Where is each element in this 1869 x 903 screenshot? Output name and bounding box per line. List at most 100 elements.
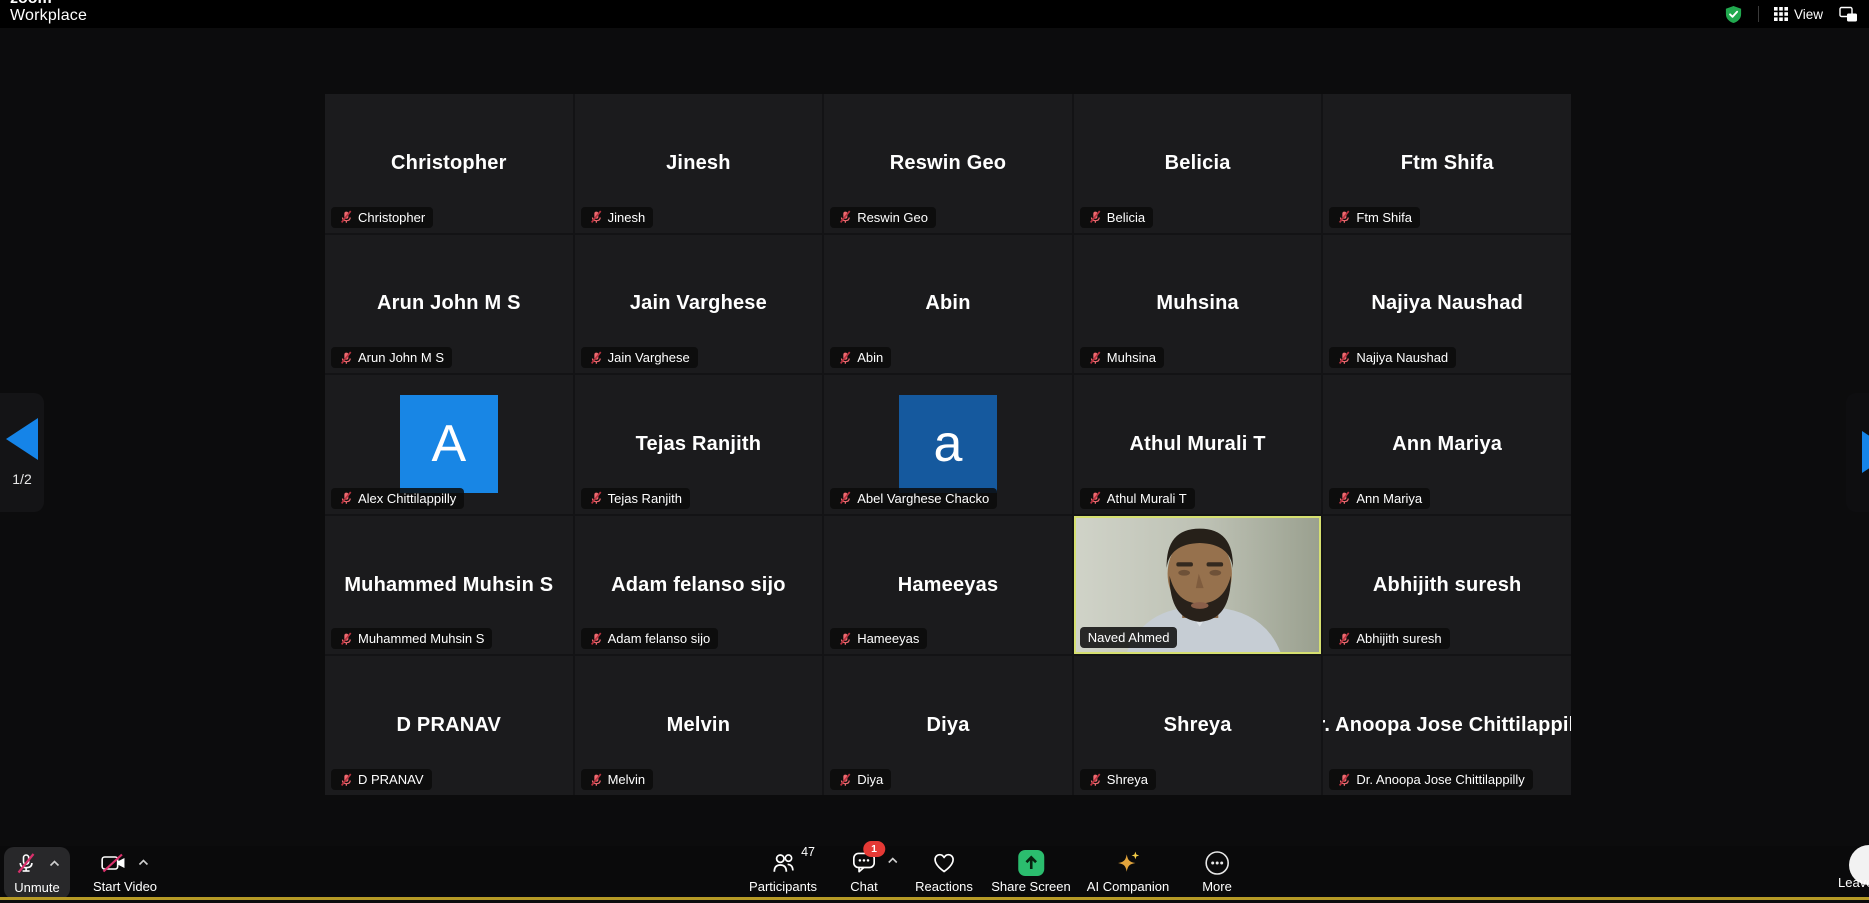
participant-label: Tejas Ranjith — [581, 488, 690, 509]
participant-label: Abin — [830, 347, 891, 368]
participant-label-text: Ann Mariya — [1356, 491, 1422, 506]
video-options-chevron-icon[interactable] — [138, 859, 149, 866]
participant-label-text: Naved Ahmed — [1088, 630, 1170, 645]
participant-label-text: Reswin Geo — [857, 210, 928, 225]
participant-avatar: a — [899, 395, 997, 493]
participant-tile[interactable]: Shreya Shreya — [1074, 656, 1322, 795]
participant-name: Tejas Ranjith — [636, 433, 762, 456]
muted-mic-icon — [589, 210, 603, 224]
participant-label-text: Jinesh — [608, 210, 646, 225]
zoom-meeting-window: zoom Workplace View — [0, 0, 1869, 903]
participant-tile[interactable]: Arun John M S Arun John M S — [325, 235, 573, 374]
participant-name: Muhsina — [1156, 292, 1239, 315]
mic-muted-icon — [14, 852, 38, 875]
muted-mic-icon — [1337, 210, 1351, 224]
participant-tile[interactable]: Melvin Melvin — [575, 656, 823, 795]
share-screen-icon — [1018, 850, 1044, 876]
participant-label-text: Adam felanso sijo — [608, 631, 711, 646]
participant-tile[interactable]: Christopher Christopher — [325, 94, 573, 233]
participant-tile[interactable]: Adam felanso sijo Adam felanso sijo — [575, 516, 823, 655]
muted-mic-icon — [1337, 632, 1351, 646]
participant-tile[interactable]: Muhsina Muhsina — [1074, 235, 1322, 374]
participant-tile[interactable]: Jinesh Jinesh — [575, 94, 823, 233]
start-video-button[interactable]: Start Video — [93, 849, 157, 894]
participants-count: 47 — [801, 845, 815, 859]
chat-button[interactable]: 1 Chat — [850, 849, 877, 894]
more-button[interactable]: More — [1202, 849, 1232, 894]
participant-tile[interactable]: Diya Diya — [824, 656, 1072, 795]
participant-label: Ann Mariya — [1329, 488, 1430, 509]
participant-tile[interactable]: Ann Mariya Ann Mariya — [1323, 375, 1571, 514]
top-bar: zoom Workplace View — [0, 0, 1869, 28]
muted-mic-icon — [1337, 491, 1351, 505]
participant-tile[interactable]: Abhijith suresh Abhijith suresh — [1323, 516, 1571, 655]
previous-page-control[interactable]: 1/2 — [0, 393, 44, 512]
participant-label-text: D PRANAV — [358, 772, 424, 787]
participant-label-text: Dr. Anoopa Jose Chittilappilly — [1356, 772, 1524, 787]
participants-label: Participants — [749, 879, 817, 894]
participant-label-text: Abin — [857, 350, 883, 365]
muted-mic-icon — [589, 773, 603, 787]
ai-companion-label: AI Companion — [1087, 879, 1169, 894]
participant-tile[interactable]: Muhammed Muhsin S Muhammed Muhsin S — [325, 516, 573, 655]
participant-label: Christopher — [331, 207, 433, 228]
unmute-options-chevron-icon[interactable] — [49, 860, 60, 867]
participant-name: D PRANAV — [397, 714, 502, 737]
app-brand: zoom Workplace — [10, 0, 87, 24]
participant-tile[interactable]: A Alex Chittilappilly — [325, 375, 573, 514]
next-page-arrow-icon[interactable] — [1862, 431, 1869, 473]
participant-tile[interactable]: Najiya Naushad Najiya Naushad — [1323, 235, 1571, 374]
next-page-control[interactable] — [1846, 393, 1869, 512]
participant-label-text: Abhijith suresh — [1356, 631, 1441, 646]
participant-label-text: Jain Varghese — [608, 350, 690, 365]
chat-options-chevron-icon[interactable] — [887, 857, 898, 864]
reactions-label: Reactions — [915, 879, 973, 894]
participant-name: Reswin Geo — [890, 152, 1006, 175]
video-muted-icon — [101, 853, 127, 873]
muted-mic-icon — [838, 210, 852, 224]
participant-label-text: Muhammed Muhsin S — [358, 631, 484, 646]
participant-label: Naved Ahmed — [1080, 627, 1178, 648]
participant-tile[interactable]: Dr. Anoopa Jose Chittilappilly Dr. Anoop… — [1323, 656, 1571, 795]
participant-tile[interactable]: Naved Ahmed — [1074, 516, 1322, 655]
chat-label: Chat — [850, 879, 877, 894]
participant-tile[interactable]: D PRANAV D PRANAV — [325, 656, 573, 795]
ai-companion-button[interactable]: AI Companion — [1087, 849, 1169, 894]
participant-label: Jain Varghese — [581, 347, 698, 368]
unmute-button[interactable]: Unmute — [4, 847, 70, 899]
participant-label: Najiya Naushad — [1329, 347, 1456, 368]
participants-button[interactable]: 47 Participants — [749, 849, 817, 894]
bottom-accent-line — [0, 897, 1869, 900]
participant-name: Arun John M S — [377, 292, 521, 315]
participant-tile[interactable]: Tejas Ranjith Tejas Ranjith — [575, 375, 823, 514]
participant-tile[interactable]: Athul Murali T Athul Murali T — [1074, 375, 1322, 514]
participant-tile[interactable]: Ftm Shifa Ftm Shifa — [1323, 94, 1571, 233]
participant-name: Hameeyas — [898, 574, 999, 597]
participant-label-text: Najiya Naushad — [1356, 350, 1448, 365]
participant-name: Abhijith suresh — [1373, 574, 1522, 597]
more-ellipsis-icon — [1204, 850, 1230, 876]
reactions-button[interactable]: Reactions — [915, 849, 973, 894]
participant-name: Abin — [925, 292, 970, 315]
participant-tile[interactable]: Hameeyas Hameeyas — [824, 516, 1072, 655]
participant-tile[interactable]: Jain Varghese Jain Varghese — [575, 235, 823, 374]
participant-name: Athul Murali T — [1130, 433, 1266, 456]
participant-avatar: A — [400, 395, 498, 493]
view-button[interactable]: View — [1774, 7, 1823, 22]
participant-tile[interactable]: Belicia Belicia — [1074, 94, 1322, 233]
picture-in-picture-icon[interactable] — [1838, 5, 1859, 24]
participant-tile[interactable]: Reswin Geo Reswin Geo — [824, 94, 1072, 233]
start-video-label: Start Video — [93, 879, 157, 894]
leave-label: Leave — [1838, 875, 1869, 890]
security-shield-icon[interactable] — [1724, 5, 1743, 24]
muted-mic-icon — [838, 773, 852, 787]
participant-label: D PRANAV — [331, 769, 432, 790]
share-screen-button[interactable]: Share Screen — [991, 849, 1071, 894]
participant-tile[interactable]: a Abel Varghese Chacko — [824, 375, 1072, 514]
previous-page-arrow-icon[interactable] — [6, 418, 38, 460]
muted-mic-icon — [339, 491, 353, 505]
participant-label-text: Athul Murali T — [1107, 491, 1187, 506]
muted-mic-icon — [838, 491, 852, 505]
participant-tile[interactable]: Abin Abin — [824, 235, 1072, 374]
participant-name: Adam felanso sijo — [611, 574, 786, 597]
